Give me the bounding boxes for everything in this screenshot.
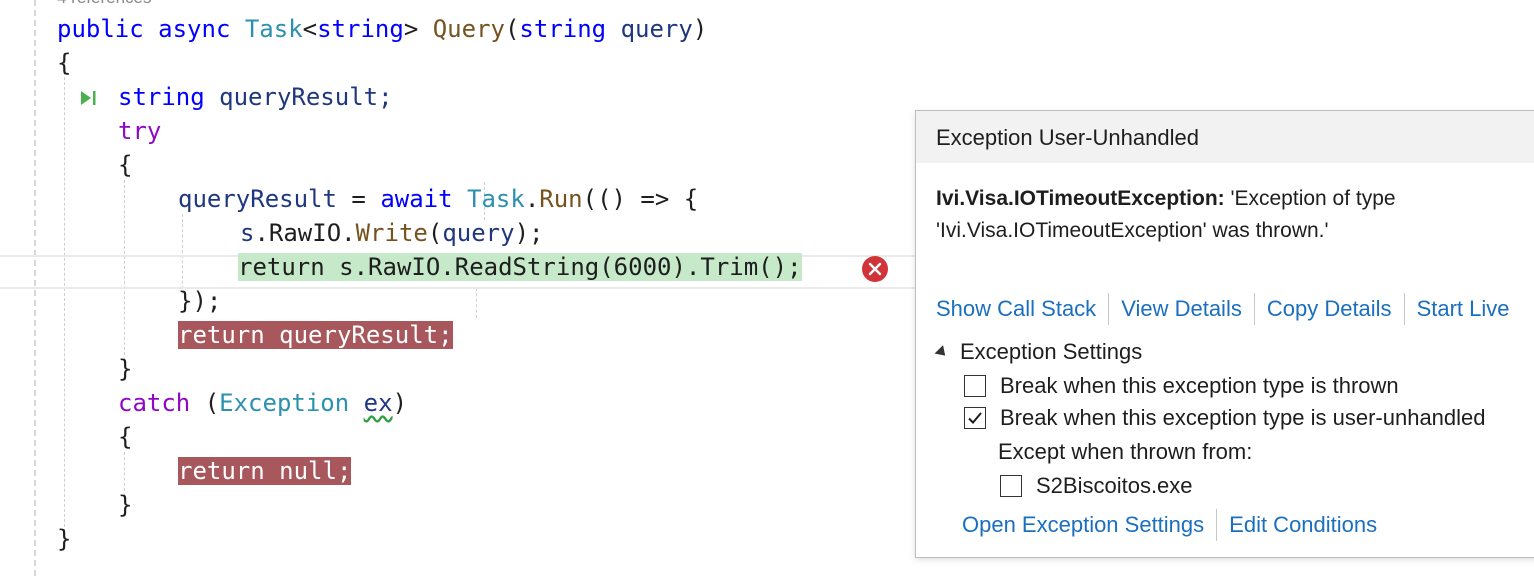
except-when-label: Except when thrown from: [998,439,1253,464]
code-line-11[interactable]: } [118,352,132,386]
code-line-15[interactable]: } [118,488,132,522]
break-unhandled-checkbox[interactable] [964,407,986,429]
open-exception-settings-link[interactable]: Open Exception Settings [962,512,1204,538]
exception-type: Ivi.Visa.IOTimeoutException: [936,187,1225,210]
punctuation: > [403,15,419,43]
run-to-cursor-icon[interactable] [78,88,98,108]
exception-popup: Exception User-Unhandled Ivi.Visa.IOTime… [915,110,1534,558]
popup-header: Exception User-Unhandled [916,111,1534,163]
code-line-6[interactable]: queryResult = await Task.Run(() => { [178,182,698,216]
divider [1253,293,1255,325]
punctuation: ) [692,15,708,43]
parameter: query [620,15,693,43]
exception-message: Ivi.Visa.IOTimeoutException: 'Exception … [936,183,1526,247]
method-name: Query [432,15,505,43]
show-call-stack-link[interactable]: Show Call Stack [936,296,1096,322]
code-line-13[interactable]: { [118,420,132,454]
break-thrown-checkbox[interactable] [964,375,986,397]
divider [1403,293,1405,325]
keyword: async [158,15,231,43]
view-details-link[interactable]: View Details [1121,296,1242,322]
exception-settings-label: Exception Settings [960,339,1143,364]
code-line-3[interactable]: string queryResult; [118,80,393,114]
member-access: .RawIO. [254,219,356,247]
indent-guide [64,62,65,532]
code-line-1[interactable]: public async Task<string> Query(string q… [57,12,707,46]
code-line-9[interactable]: }); [178,284,221,318]
divider [1216,509,1218,541]
exception-settings-links: Open Exception Settings Edit Conditions [962,509,1377,541]
current-statement: return s.RawIO.ReadString(6000).Trim(); [238,253,802,281]
operator: = [336,185,381,213]
type-name: Exception [219,389,350,417]
divider [1108,293,1110,325]
code-line-5[interactable]: { [118,148,132,182]
code-line-4[interactable]: try [118,114,161,148]
keyword: catch [118,389,191,417]
copy-details-link[interactable]: Copy Details [1267,296,1392,322]
module-label: S2Biscoitos.exe [1036,473,1193,498]
break-unhandled-option[interactable]: Break when this exception type is user-u… [964,405,1486,431]
method-name: Write [355,219,428,247]
punctuation: ) [392,389,408,417]
indent-guide [476,288,477,318]
exception-settings-toggle[interactable]: Exception Settings [934,339,1143,365]
code-line-12[interactable]: catch (Exception ex) [118,386,407,420]
variable: queryResult [178,185,337,213]
punctuation: ( [427,219,443,247]
edit-conditions-link[interactable]: Edit Conditions [1229,512,1377,538]
module-checkbox[interactable] [1000,475,1022,497]
break-thrown-option[interactable]: Break when this exception type is thrown [964,373,1399,399]
code-line-10[interactable]: return queryResult; [178,318,453,352]
break-unhandled-label: Break when this exception type is user-u… [1000,405,1486,430]
keyword: string [317,15,404,43]
break-thrown-label: Break when this exception type is thrown [1000,373,1399,398]
start-live-share-link[interactable]: Start Live [1417,296,1510,322]
punctuation: (() => { [582,185,699,213]
breakpoint-statement: return null; [178,457,352,485]
type-name: Task [467,185,525,213]
punctuation: < [302,15,318,43]
method-name: Run [539,185,583,213]
breakpoint-statement: return queryResult; [178,321,453,349]
type-name: Task [244,15,303,43]
module-option[interactable]: S2Biscoitos.exe [1000,473,1193,499]
keyword: string [519,15,607,43]
keyword: string [118,83,205,111]
code-line-16[interactable]: } [57,522,71,556]
punctuation: . [524,185,540,213]
keyword: public [57,15,144,43]
code-line-14[interactable]: return null; [178,454,352,488]
parameter: query [442,219,515,247]
checkmark-icon [968,412,982,424]
punctuation: ); [514,219,544,247]
warning-variable: ex [363,389,393,417]
code-line-8[interactable]: return s.RawIO.ReadString(6000).Trim(); [238,250,802,284]
popup-title: Exception User-Unhandled [936,125,1199,150]
exception-actions: Show Call Stack View Details Copy Detail… [936,293,1510,325]
error-icon[interactable] [862,256,888,282]
codelens-references[interactable]: 4 references [57,0,152,8]
expand-triangle-icon [934,344,950,360]
close-x-icon [868,262,882,276]
variable: s [240,219,255,247]
keyword: await [380,185,453,213]
punctuation: ( [504,15,520,43]
punctuation: ( [190,389,220,417]
code-line-2[interactable]: { [57,46,71,80]
variable: queryResult; [219,83,393,111]
code-line-7[interactable]: s.RawIO.Write(query); [240,216,543,250]
